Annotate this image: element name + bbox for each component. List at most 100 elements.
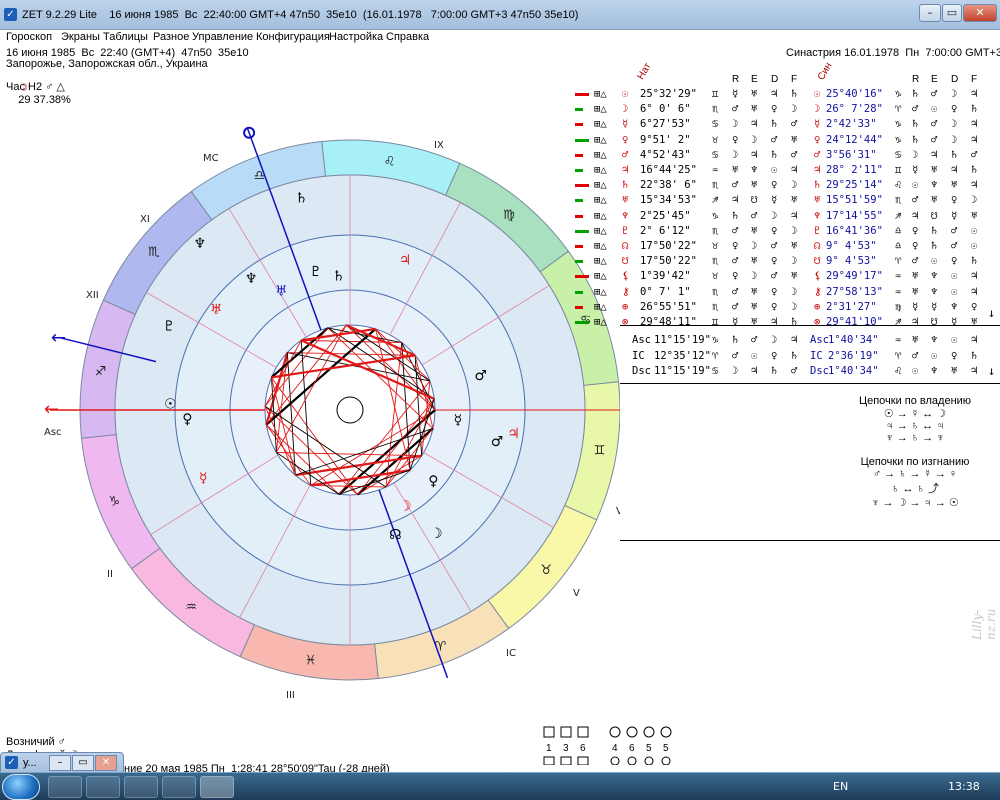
planet-glyph-icon: ☿ — [454, 413, 463, 429]
table-row[interactable]: ☉ 25°32'29" ♊ ☿ ♅ ♃ ♄ ☉ 25°40'16" ♑ ♄ ♂ ☽ ♃ ⊞△ — [570, 88, 1000, 102]
table-cell-e: ♅ — [751, 255, 758, 268]
strength-marker — [575, 321, 589, 324]
house-square-icon — [577, 726, 589, 738]
aspect-icons: ⊞△ — [594, 118, 607, 131]
table-cell-f2: ♃ — [971, 88, 978, 100]
phase-circle-icon — [660, 726, 672, 738]
popup-close-button[interactable]: ✕ — [95, 755, 117, 771]
natal-col-e: E — [751, 74, 758, 85]
table-cell-e2: ♄ — [931, 224, 938, 237]
axis-cell-e: ♂ — [751, 334, 758, 346]
start-button[interactable] — [2, 774, 40, 800]
table-cell-pos2: 25°40'16" — [826, 88, 883, 100]
table-cell-sign: ♊ — [712, 316, 719, 328]
table-cell-pos2: 2°42'33" — [826, 118, 877, 131]
table-row[interactable]: ☋ 17°50'22" ♏ ♂ ♅ ♀ ☽ ☋ 9° 4'53" ♈ ♂ ☉ ♀ ♄ ⊞△ — [570, 255, 1000, 269]
table-cell-pos2: 24°12'44" — [826, 133, 883, 146]
table-cell-p2: ⚸ — [814, 270, 822, 283]
taskbar-app-explorer[interactable] — [124, 776, 158, 798]
app-window: ✓ ZET 9.2.29 Lite 16 июня 1985 Вс 22:40:… — [0, 0, 1000, 800]
table-row[interactable]: ♂ 4°52'43" ♋ ☽ ♃ ♄ ♂ ♂ 3°56'31" ♋ ☽ ♃ ♄ ♂ ⊞△ — [570, 149, 1000, 163]
table-cell-e2: ♆ — [931, 285, 938, 298]
table-row[interactable]: ⚸ 1°39'42" ♉ ♀ ☽ ♂ ♅ ⚸ 29°49'17" ♒ ♅ ♆ ☉ ♃ ⊞△ — [570, 270, 1000, 284]
table-cell-f2: ♃ — [971, 118, 978, 131]
house-number: 3 — [563, 743, 569, 754]
table-row[interactable]: ⊕ 26°55'51" ♏ ♂ ♅ ♀ ☽ ⊕ 2°31'27" ♍ ☿ ☿ ♆ ♀ ⊞△ — [570, 301, 1000, 315]
scroll-down-arrow-1[interactable]: ↓ — [988, 306, 995, 320]
scroll-down-arrow-2[interactable]: ↓ — [988, 364, 995, 378]
table-cell-d2: ☽ — [951, 133, 958, 146]
minimize-button[interactable]: – — [919, 4, 941, 22]
table-cell-pos: 6° 0' 6" — [640, 103, 691, 116]
sign-glyph: ♒ — [185, 600, 197, 615]
table-cell-p2: ♂ — [814, 148, 821, 161]
table-cell-d: ♂ — [771, 133, 778, 146]
table-cell-sign: ♋ — [712, 118, 719, 131]
table-row[interactable]: ♄ 22°38' 6" ♏ ♂ ♅ ♀ ☽ ♄ 29°25'14" ♌ ☉ ♆ ♅ ♃ ⊞△ — [570, 179, 1000, 193]
table-row[interactable]: ♆ 2°25'45" ♑ ♄ ♂ ☽ ♃ ♆ 17°14'55" ♐ ♃ ☋ ☿ ♅ ⊞△ — [570, 210, 1000, 224]
menu-misc[interactable]: Разное — [153, 31, 189, 43]
axis-row[interactable]: Asc 11°15'19" ♑ ♄ ♂ ☽ ♃ Asc 1°40'34" ♒ ♅ ♆ ☉ ♃ — [570, 334, 1000, 348]
minimized-window[interactable]: ✓ у... – ▭ ✕ — [0, 752, 124, 774]
popup-maximize-button[interactable]: ▭ — [72, 755, 94, 771]
table-row[interactable]: ☿ 6°27'53" ♋ ☽ ♃ ♄ ♂ ☿ 2°42'33" ♑ ♄ ♂ ☽ ♃ ⊞△ — [570, 118, 1000, 132]
close-button[interactable]: ✕ — [963, 4, 997, 22]
taskbar-app-player[interactable] — [86, 776, 120, 798]
table-row[interactable]: ⚷ 0° 7' 1" ♏ ♂ ♅ ♀ ☽ ⚷ 27°58'13" ♒ ♅ ♆ ☉ ♃ ⊞△ — [570, 286, 1000, 300]
menu-control[interactable]: Управление — [192, 31, 253, 43]
table-cell-sign: ♉ — [712, 133, 719, 146]
sign-glyph: ♌ — [384, 155, 396, 170]
taskbar-app-calculator[interactable] — [48, 776, 82, 798]
table-cell-p: ⊕ — [622, 300, 629, 313]
aspect-icons: ⊞△ — [594, 194, 607, 207]
table-cell-r: ♂ — [732, 103, 739, 116]
menu-screens[interactable]: Экраны — [61, 31, 100, 43]
axis-cell-sign2: ♒ — [895, 334, 902, 346]
table-cell-f2: ♂ — [971, 148, 978, 161]
aspect-icons: ⊞△ — [594, 270, 607, 283]
table-cell-pos: 25°32'29" — [640, 88, 697, 100]
axis-cell-sign: ♈ — [712, 349, 719, 362]
planet-glyph-icon: ♆ — [193, 236, 206, 252]
table-row[interactable]: ♇ 2° 6'12" ♏ ♂ ♅ ♀ ☽ ♇ 16°41'36" ♎ ♀ ♄ ♂ ☉ ⊞△ — [570, 225, 1000, 239]
axis-cell-pos2: 1°40'34" — [828, 334, 879, 346]
table-row[interactable]: ⊗ 29°48'11" ♊ ☿ ♅ ♃ ♄ ⊗ 29°41'10" ♐ ♃ ☋ ☿ ♅ ⊞△ — [570, 316, 1000, 330]
taskbar-app-zet[interactable] — [200, 776, 234, 798]
taskbar-app-folder[interactable] — [162, 776, 196, 798]
charioteer-line: Возничий ♂ — [6, 736, 66, 748]
syn-col-f: F — [971, 74, 978, 85]
table-row[interactable]: ♅ 15°34'53" ♐ ♃ ☋ ☿ ♅ ♅ 15°51'59" ♏ ♂ ♅ ♀ ☽ ⊞△ — [570, 194, 1000, 208]
popup-minimize-button[interactable]: – — [49, 755, 71, 771]
maximize-button[interactable]: ▭ — [942, 4, 962, 22]
language-indicator[interactable]: EN — [833, 780, 848, 793]
menu-settings[interactable]: Настройка — [329, 31, 383, 43]
axis-row[interactable]: IC 12°35'12" ♈ ♂ ☉ ♀ ♄ IC 2°36'19" ♈ ♂ ☉ ♀ ♄ — [570, 350, 1000, 364]
table-row[interactable]: ☽ 6° 0' 6" ♏ ♂ ♅ ♀ ☽ ☽ 26° 7'28" ♈ ♂ ☉ ♀ ♄ ⊞△ — [570, 103, 1000, 117]
menu-configuration[interactable]: Конфигурация — [256, 31, 330, 43]
mc-label: MC — [203, 153, 219, 164]
planet-glyph-icon: ♃ — [507, 426, 520, 442]
table-row[interactable]: ♃ 16°44'25" ♒ ♅ ♆ ☉ ♃ ♃ 28° 2'11" ♊ ☿ ♅ ♃ ♄ ⊞△ — [570, 164, 1000, 178]
clock[interactable]: 13:38 — [948, 780, 980, 793]
table-cell-r2: ☽ — [912, 148, 919, 161]
menu-help[interactable]: Справка — [386, 31, 429, 43]
menu-horoscope[interactable]: Гороскоп — [6, 31, 52, 43]
axis-cell-sign2: ♌ — [895, 365, 902, 377]
axis-cell-d2: ♅ — [951, 365, 958, 377]
sign-glyph: ♉ — [540, 563, 552, 578]
house-number-label: VI — [616, 506, 620, 517]
house-square-icon — [577, 756, 589, 766]
strength-marker — [575, 305, 583, 309]
table-cell-d2: ♂ — [951, 224, 958, 237]
table-cell-sign: ♏ — [712, 285, 719, 298]
table-cell-e2: ♂ — [931, 118, 938, 131]
axis-row[interactable]: Dsc 11°15'19" ♋ ☽ ♃ ♄ ♂ Dsc 1°40'34" ♌ ☉ ♆ ♅ ♃ — [570, 365, 1000, 379]
table-cell-p2: ☉ — [814, 88, 821, 100]
axis-cell-sign2: ♈ — [895, 349, 902, 362]
table-cell-r: ♂ — [732, 285, 739, 298]
strength-marker — [575, 275, 589, 279]
table-row[interactable]: ☊ 17°50'22" ♉ ♀ ☽ ♂ ♅ ☊ 9° 4'53" ♎ ♀ ♄ ♂ ☉ ⊞△ — [570, 240, 1000, 254]
menu-tables[interactable]: Таблицы — [103, 31, 148, 43]
table-cell-sign2: ♎ — [895, 224, 902, 237]
table-row[interactable]: ♀ 9°51' 2" ♉ ♀ ☽ ♂ ♅ ♀ 24°12'44" ♑ ♄ ♂ ☽ ♃ ⊞△ — [570, 134, 1000, 148]
